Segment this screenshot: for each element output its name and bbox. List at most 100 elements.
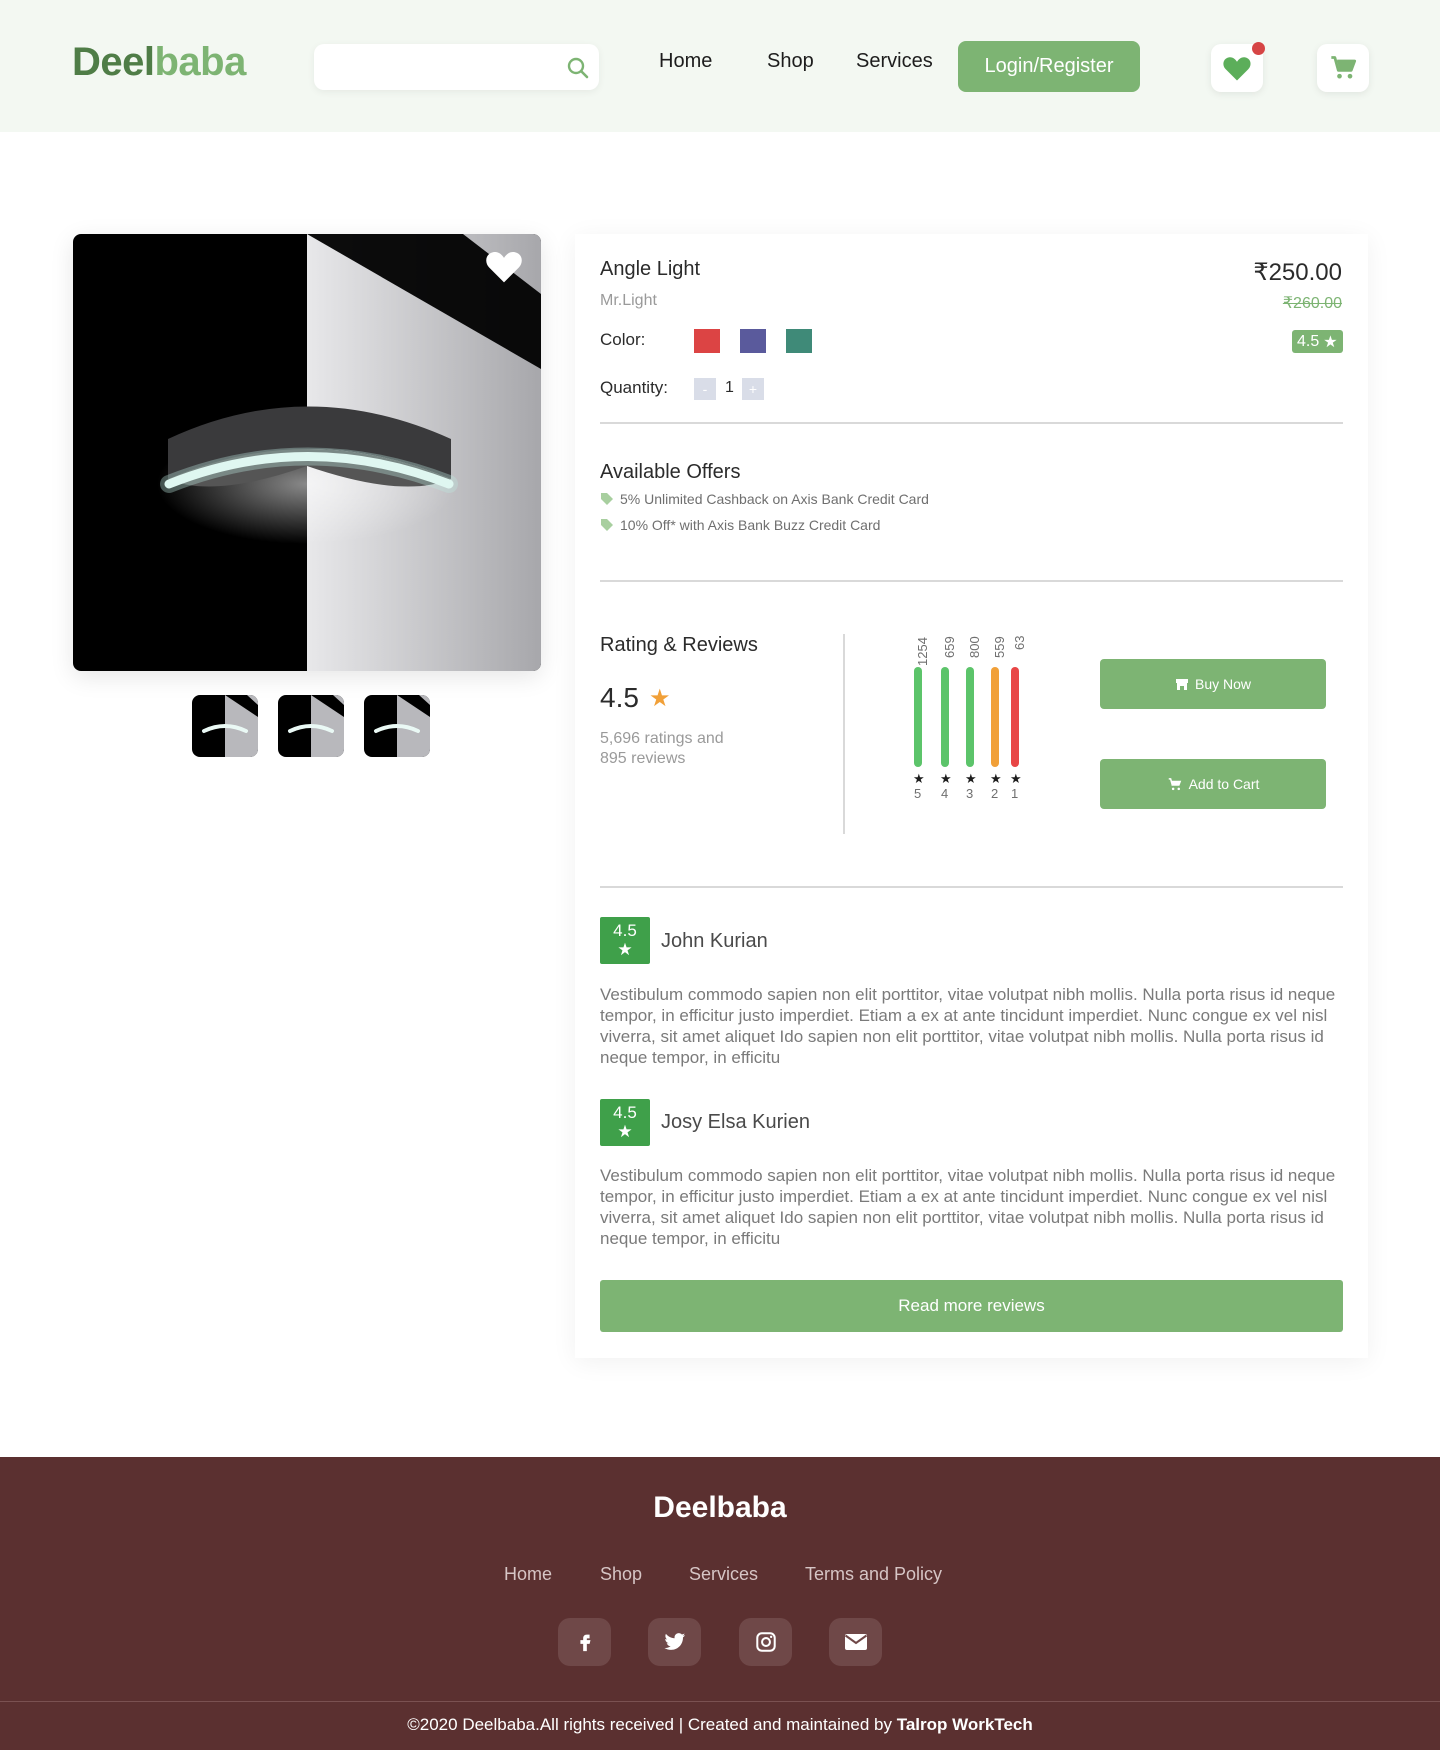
product-thumbnail[interactable]	[364, 695, 430, 757]
email-icon	[844, 1634, 867, 1650]
offer-item: 5% Unlimited Cashback on Axis Bank Credi…	[600, 491, 929, 507]
instagram-icon	[755, 1632, 776, 1652]
review-text: Vestibulum commodo sapien non elit portt…	[600, 1166, 1336, 1248]
instagram-button[interactable]	[739, 1618, 792, 1666]
search-input[interactable]	[314, 44, 599, 90]
reviews-count-line: 895 reviews	[600, 750, 686, 767]
offer-item: 10% Off* with Axis Bank Buzz Credit Card	[600, 517, 880, 533]
favorite-heart-icon[interactable]	[484, 248, 524, 284]
ratings-title: Rating & Reviews	[600, 634, 758, 656]
wishlist-notification-dot	[1252, 42, 1265, 55]
logo-part-2: baba	[154, 40, 247, 84]
store-icon	[1175, 678, 1188, 690]
rating-count-label: 63	[1012, 635, 1027, 650]
rating-badge-value: 4.5	[1297, 332, 1320, 350]
copyright-company: Talrop WorkTech	[896, 1715, 1033, 1734]
footer-link-shop[interactable]: Shop	[600, 1564, 642, 1585]
divider	[600, 886, 1343, 888]
review-rating-value: 4.5	[613, 921, 637, 940]
quantity-value: 1	[725, 379, 734, 396]
star-icon: ★	[940, 771, 952, 786]
product-thumbnail[interactable]	[192, 695, 258, 757]
star-icon: ★	[990, 771, 1002, 786]
product-name: Angle Light	[600, 258, 701, 280]
rating-star-label: 3	[966, 786, 974, 801]
quantity-label: Quantity:	[600, 378, 669, 397]
review-rating-badge: 4.5 ★	[600, 917, 650, 964]
review-rating-value: 4.5	[613, 1103, 637, 1122]
cart-button[interactable]	[1317, 44, 1369, 92]
add-to-cart-label: Add to Cart	[1188, 776, 1260, 792]
copyright-text: ©2020 Deelbaba.All rights received | Cre…	[407, 1715, 892, 1734]
search-icon[interactable]	[566, 56, 590, 80]
copyright: ©2020 Deelbaba.All rights received | Cre…	[0, 1715, 1440, 1735]
twitter-button[interactable]	[648, 1618, 701, 1666]
divider	[600, 422, 1343, 424]
twitter-icon	[663, 1633, 685, 1650]
quantity-increase-button[interactable]: +	[742, 378, 764, 400]
product-main-image	[73, 234, 541, 671]
footer-link-home[interactable]: Home	[504, 1564, 552, 1585]
logo-part-1: Deel	[72, 40, 155, 84]
footer-logo[interactable]: Deelbaba	[0, 1491, 1440, 1525]
star-icon: ★	[617, 940, 633, 959]
facebook-button[interactable]	[558, 1618, 611, 1666]
email-button[interactable]	[829, 1618, 882, 1666]
offers-title: Available Offers	[600, 461, 741, 483]
product-price: ₹250.00	[1253, 259, 1342, 286]
buy-now-button[interactable]: Buy Now	[1100, 659, 1326, 709]
ratings-count: 5,696 ratings and 895 reviews	[600, 729, 724, 769]
nav-home[interactable]: Home	[659, 50, 712, 73]
tag-icon	[601, 493, 613, 505]
site-logo[interactable]: Deelbaba	[72, 40, 246, 85]
rating-star-label: 1	[1011, 786, 1019, 801]
star-icon: ★	[648, 684, 671, 712]
divider	[600, 580, 1343, 582]
facebook-icon	[579, 1634, 590, 1652]
buy-now-label: Buy Now	[1194, 676, 1252, 692]
product-brand: Mr.Light	[600, 292, 657, 309]
login-register-button[interactable]: Login/Register	[958, 41, 1140, 92]
color-swatch-teal[interactable]	[786, 329, 812, 353]
color-label: Color:	[600, 330, 646, 349]
add-to-cart-button[interactable]: Add to Cart	[1100, 759, 1326, 809]
ratings-divider	[843, 634, 845, 834]
offer-text: 5% Unlimited Cashback on Axis Bank Credi…	[620, 491, 929, 507]
quantity-decrease-button[interactable]: -	[694, 378, 716, 400]
review-rating-badge: 4.5 ★	[600, 1099, 650, 1146]
tag-icon	[601, 519, 613, 531]
star-icon: ★	[617, 1122, 633, 1141]
footer-divider	[0, 1701, 1440, 1702]
read-more-reviews-button[interactable]: Read more reviews	[600, 1280, 1343, 1332]
color-swatch-blue[interactable]	[740, 329, 766, 353]
reviewer-name: John Kurian	[661, 930, 768, 952]
rating-star-label: 5	[914, 786, 922, 801]
rating-bar	[914, 667, 922, 767]
star-icon: ★	[913, 771, 925, 786]
footer-link-terms[interactable]: Terms and Policy	[805, 1564, 942, 1585]
average-rating-value: 4.5	[600, 682, 639, 713]
heart-icon	[1223, 57, 1251, 81]
rating-count-label: 659	[942, 636, 957, 658]
color-swatch-red[interactable]	[694, 329, 720, 353]
rating-count-label: 800	[967, 636, 982, 658]
footer-link-services[interactable]: Services	[689, 1564, 758, 1585]
star-icon: ★	[1010, 771, 1022, 786]
rating-bar	[991, 667, 999, 767]
offer-text: 10% Off* with Axis Bank Buzz Credit Card	[620, 517, 881, 533]
rating-bar	[1011, 667, 1019, 767]
average-rating: 4.5 ★	[600, 682, 670, 714]
rating-count-label: 1254	[915, 637, 930, 666]
review-text: Vestibulum commodo sapien non elit portt…	[600, 985, 1336, 1067]
nav-services[interactable]: Services	[856, 50, 933, 73]
rating-bar	[966, 667, 974, 767]
cart-icon	[1168, 777, 1181, 790]
rating-count-label: 559	[992, 636, 1007, 658]
nav-shop[interactable]: Shop	[767, 50, 814, 73]
product-thumbnail[interactable]	[278, 695, 344, 757]
star-icon: ★	[965, 771, 977, 786]
cart-icon	[1331, 56, 1357, 79]
star-icon: ★	[1323, 333, 1338, 351]
ratings-count-line: 5,696 ratings and	[600, 730, 724, 747]
reviewer-name: Josy Elsa Kurien	[661, 1111, 810, 1133]
